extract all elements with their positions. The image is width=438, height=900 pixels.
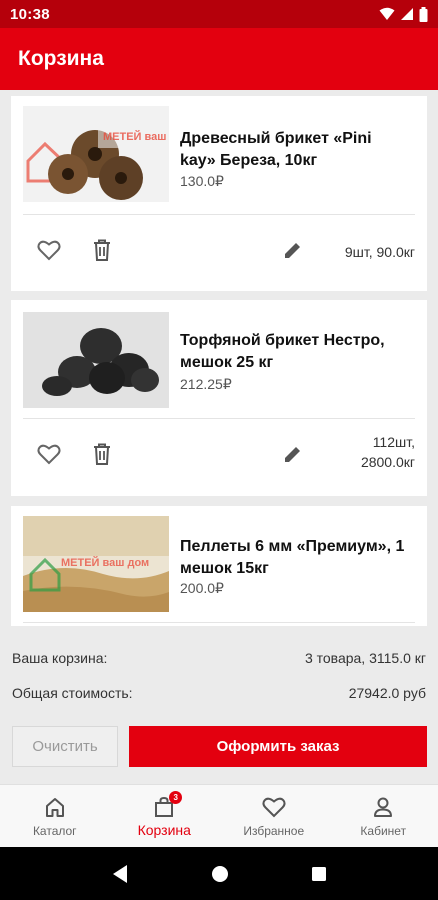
cart-list[interactable]: МЕТЕЙ ваш дом Древесный брикет «Pini kay… — [0, 90, 438, 626]
divider — [23, 214, 415, 215]
nav-label: Корзина — [137, 822, 191, 838]
system-nav-bar — [0, 847, 438, 900]
cart-summary-label: Ваша корзина: — [12, 650, 108, 666]
product-price: 130.0₽ — [180, 173, 224, 189]
trash-icon — [94, 443, 110, 465]
quantity-line-2: 2800.0кг — [360, 454, 415, 470]
watermark-text: МЕТЕЙ ваш дом — [61, 556, 149, 569]
bag-icon: 3 — [153, 791, 183, 819]
wood-briquette-image: МЕТЕЙ ваш дом — [23, 106, 169, 202]
total-cost-row: Общая стоимость: 27942.0 руб — [12, 685, 426, 701]
cart-item: МЕТЕЙ ваш дом Пеллеты 6 мм «Премиум», 1 … — [11, 506, 427, 626]
product-name[interactable]: Торфяной брикет Нестро, мешок 25 кг — [180, 330, 409, 374]
product-quantity: 9шт, 90.0кг — [345, 242, 415, 262]
nav-item-favorites[interactable]: Избранное — [219, 785, 329, 847]
cart-count-badge: 3 — [169, 791, 183, 804]
nav-item-catalog[interactable]: Каталог — [0, 785, 110, 847]
quantity-line-1: 9шт, 90.0кг — [344, 244, 415, 260]
product-quantity: 112шт, 2800.0кг — [361, 432, 415, 472]
status-time: 10:38 — [10, 5, 50, 23]
wifi-icon — [379, 7, 395, 20]
signal-icon — [401, 8, 413, 20]
nav-label: Кабинет — [360, 824, 407, 838]
back-icon[interactable] — [111, 864, 129, 884]
app-bar: Корзина — [0, 28, 438, 90]
delete-button[interactable] — [88, 440, 116, 468]
divider — [23, 418, 415, 419]
clear-cart-button[interactable]: Очистить — [12, 726, 118, 767]
recents-icon[interactable] — [311, 866, 327, 882]
favorite-button[interactable] — [35, 440, 63, 468]
heart-outline-icon — [37, 444, 61, 465]
home-icon — [44, 795, 66, 819]
trash-icon — [94, 239, 110, 261]
pellets-image: МЕТЕЙ ваш дом — [23, 516, 169, 612]
edit-button[interactable] — [279, 236, 307, 264]
product-price: 212.25₽ — [180, 376, 232, 392]
peat-briquette-image — [23, 312, 169, 408]
total-cost-label: Общая стоимость: — [12, 685, 133, 701]
delete-button[interactable] — [88, 236, 116, 264]
watermark-text: МЕТЕЙ ваш дом — [103, 130, 169, 143]
home-circle-icon[interactable] — [211, 865, 229, 883]
battery-icon — [419, 6, 428, 22]
total-cost-value: 27942.0 руб — [348, 685, 426, 701]
cart-item: МЕТЕЙ ваш дом Древесный брикет «Pini kay… — [11, 96, 427, 291]
status-bar: 10:38 — [0, 0, 438, 28]
edit-button[interactable] — [279, 440, 307, 468]
nav-item-account[interactable]: Кабинет — [329, 785, 438, 847]
heart-outline-icon — [37, 240, 61, 261]
nav-label: Избранное — [243, 824, 305, 838]
cart-summary-value: 3 товара, 3115.0 кг — [304, 650, 426, 666]
status-icons — [379, 6, 428, 22]
page-title: Корзина — [18, 47, 104, 70]
pencil-icon — [285, 447, 300, 462]
nav-label: Каталог — [32, 824, 77, 838]
person-icon — [372, 795, 394, 819]
cart-item: Торфяной брикет Нестро, мешок 25 кг 212.… — [11, 300, 427, 496]
product-name[interactable]: Пеллеты 6 мм «Премиум», 1 мешок 15кг — [180, 536, 409, 580]
bottom-nav: Каталог 3 Корзина Избранное Кабинет — [0, 784, 438, 847]
divider — [23, 622, 415, 623]
nav-item-cart[interactable]: 3 Корзина — [110, 785, 220, 847]
cart-summary-row: Ваша корзина: 3 товара, 3115.0 кг — [12, 650, 426, 666]
product-price: 200.0₽ — [180, 580, 224, 596]
product-name[interactable]: Древесный брикет «Pini kay» Береза, 10кг — [180, 128, 409, 172]
quantity-line-1: 112шт, — [372, 434, 415, 450]
favorite-button[interactable] — [35, 236, 63, 264]
place-order-button[interactable]: Оформить заказ — [129, 726, 427, 767]
pencil-icon — [285, 243, 300, 258]
heart-icon — [262, 795, 286, 819]
